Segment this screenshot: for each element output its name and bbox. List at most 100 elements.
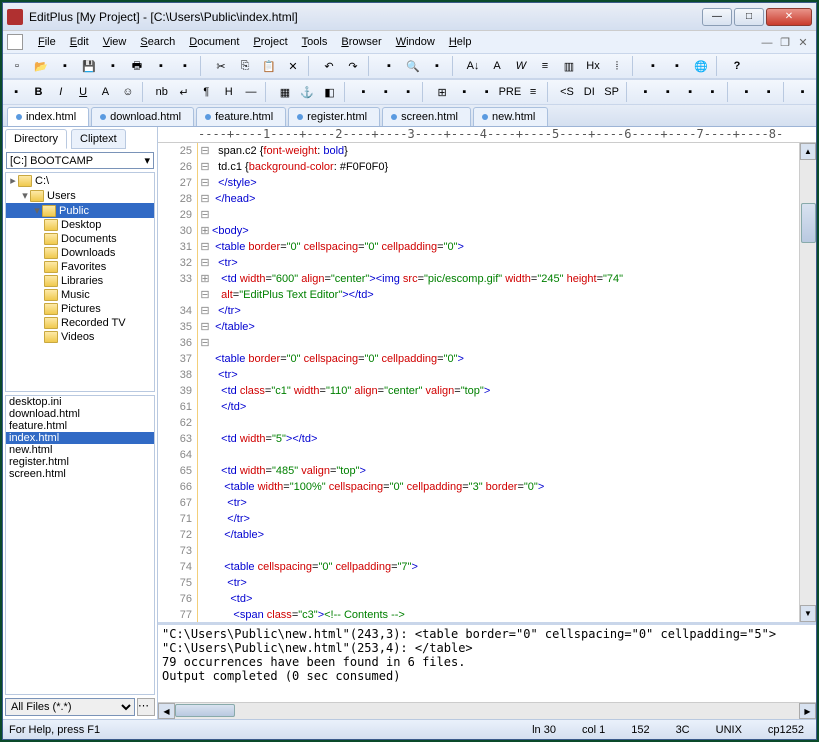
- bold-button[interactable]: B: [28, 81, 48, 103]
- para-button[interactable]: ¶: [196, 81, 216, 103]
- font-a-button[interactable]: A: [95, 81, 115, 103]
- open-button[interactable]: 📂: [30, 55, 52, 77]
- heading-button[interactable]: H: [219, 81, 239, 103]
- align-center-button[interactable]: ▪: [376, 81, 396, 103]
- tab-new-html[interactable]: new.html: [473, 107, 548, 126]
- anchor-button[interactable]: ⚓: [297, 81, 317, 103]
- tree-item[interactable]: Favorites: [6, 260, 154, 274]
- comment-button[interactable]: —: [241, 81, 261, 103]
- file-item[interactable]: index.html: [6, 432, 154, 444]
- print-button[interactable]: 🖶: [126, 55, 148, 77]
- div-button[interactable]: DI: [579, 81, 599, 103]
- align-left-button[interactable]: ▪: [353, 81, 373, 103]
- menu-view[interactable]: View: [96, 34, 134, 50]
- list-button[interactable]: ≡: [523, 81, 543, 103]
- col-marker-button[interactable]: ▥: [558, 55, 580, 77]
- external-button[interactable]: ▪: [666, 55, 688, 77]
- folder-tree[interactable]: ▸C:\▾Users▾PublicDesktopDocumentsDownloa…: [5, 172, 155, 392]
- pre-button[interactable]: PRE: [499, 81, 521, 103]
- mdi-buttons[interactable]: —❐✕: [758, 36, 812, 49]
- undo-button[interactable]: ↶: [318, 55, 340, 77]
- scroll-right-icon[interactable]: ▶: [799, 703, 816, 719]
- filter-button[interactable]: ⋯: [137, 698, 155, 716]
- tree-item[interactable]: Pictures: [6, 302, 154, 316]
- file-item[interactable]: download.html: [6, 408, 154, 420]
- it1-button[interactable]: ▪: [635, 81, 655, 103]
- cut-button[interactable]: ✂: [210, 55, 232, 77]
- tree-item[interactable]: Recorded TV: [6, 316, 154, 330]
- redo-button[interactable]: ↷: [342, 55, 364, 77]
- output-panel[interactable]: "C:\Users\Public\new.html"(243,3): <tabl…: [158, 622, 816, 702]
- paste-button[interactable]: 📋: [258, 55, 280, 77]
- minimize-button[interactable]: —: [702, 8, 732, 26]
- form-left-button[interactable]: ▪: [736, 81, 756, 103]
- menu-file[interactable]: File: [31, 34, 63, 50]
- save-all-button[interactable]: ▪: [102, 55, 124, 77]
- win-button[interactable]: ▪: [792, 81, 812, 103]
- menu-browser[interactable]: Browser: [334, 34, 388, 50]
- a-color-button[interactable]: A: [486, 55, 508, 77]
- code-editor[interactable]: 25 26 27 28 29 30 31 32 33 34 35 36 37 3…: [158, 143, 816, 622]
- ruler-button[interactable]: ≡: [534, 55, 556, 77]
- align-right-button[interactable]: ▪: [398, 81, 418, 103]
- it4-button[interactable]: ▪: [702, 81, 722, 103]
- table-button[interactable]: ⊞: [432, 81, 452, 103]
- copy-button[interactable]: ⎘: [234, 55, 256, 77]
- file-item[interactable]: feature.html: [6, 420, 154, 432]
- tree-item[interactable]: Videos: [6, 330, 154, 344]
- sidebar-tab-directory[interactable]: Directory: [5, 129, 67, 149]
- script-button[interactable]: <S: [557, 81, 577, 103]
- menu-window[interactable]: Window: [389, 34, 442, 50]
- menu-search[interactable]: Search: [133, 34, 182, 50]
- tree-item[interactable]: Music: [6, 288, 154, 302]
- browser-button[interactable]: ▪: [642, 55, 664, 77]
- code-content[interactable]: span.c2 {font-weight: bold} td.c1 {backg…: [212, 143, 799, 622]
- tab-screen-html[interactable]: screen.html: [382, 107, 471, 126]
- file-list[interactable]: desktop.inidownload.htmlfeature.htmlinde…: [5, 395, 155, 695]
- w-toggle-button[interactable]: W: [510, 55, 532, 77]
- form-right-button[interactable]: ▪: [759, 81, 779, 103]
- underline-button[interactable]: U: [73, 81, 93, 103]
- spell-button[interactable]: ▪: [378, 55, 400, 77]
- save-button[interactable]: 💾: [78, 55, 100, 77]
- tree-item[interactable]: Libraries: [6, 274, 154, 288]
- tab-feature-html[interactable]: feature.html: [196, 107, 286, 126]
- menu-edit[interactable]: Edit: [63, 34, 96, 50]
- it2-button[interactable]: ▪: [658, 81, 678, 103]
- tree-item[interactable]: Documents: [6, 232, 154, 246]
- scroll-up-icon[interactable]: ▲: [800, 143, 816, 160]
- table-cell-button[interactable]: ▪: [477, 81, 497, 103]
- help-button[interactable]: ?: [726, 55, 748, 77]
- br-button[interactable]: ↵: [174, 81, 194, 103]
- file-item[interactable]: desktop.ini: [6, 396, 154, 408]
- hscroll-thumb[interactable]: [175, 704, 235, 717]
- color-button[interactable]: ◧: [319, 81, 339, 103]
- indent-guide-button[interactable]: ⦙: [606, 55, 628, 77]
- a-up-button[interactable]: A↓: [462, 55, 484, 77]
- tree-item[interactable]: Downloads: [6, 246, 154, 260]
- menu-help[interactable]: Help: [442, 34, 479, 50]
- file-item[interactable]: new.html: [6, 444, 154, 456]
- scroll-down-icon[interactable]: ▼: [800, 605, 816, 622]
- hex-button[interactable]: Hx: [582, 55, 604, 77]
- print-preview-button[interactable]: ▪: [150, 55, 172, 77]
- find-button[interactable]: 🔍: [402, 55, 424, 77]
- fold-column[interactable]: ⊟ ⊟ ⊟ ⊟ ⊟ ⊞ ⊟ ⊟ ⊞ ⊟ ⊟ ⊟ ⊟: [198, 143, 212, 622]
- sidebar-tab-cliptext[interactable]: Cliptext: [71, 129, 126, 149]
- delete-button[interactable]: ✕: [282, 55, 304, 77]
- menu-project[interactable]: Project: [246, 34, 294, 50]
- image-button[interactable]: ▦: [275, 81, 295, 103]
- globe-button[interactable]: 🌐: [690, 55, 712, 77]
- file-filter[interactable]: All Files (*.*): [5, 698, 135, 716]
- horizontal-scrollbar[interactable]: ◀ ▶: [158, 702, 816, 719]
- scroll-left-icon[interactable]: ◀: [158, 703, 175, 719]
- file-item[interactable]: screen.html: [6, 468, 154, 480]
- tab-index-html[interactable]: index.html: [7, 107, 89, 126]
- tree-item[interactable]: ▸C:\: [6, 173, 154, 188]
- menu-tools[interactable]: Tools: [295, 34, 335, 50]
- scroll-thumb[interactable]: [801, 203, 816, 243]
- word-wrap-button[interactable]: ▪: [426, 55, 448, 77]
- bullet-button[interactable]: ▪: [6, 81, 26, 103]
- file-item[interactable]: register.html: [6, 456, 154, 468]
- tab-download-html[interactable]: download.html: [91, 107, 194, 126]
